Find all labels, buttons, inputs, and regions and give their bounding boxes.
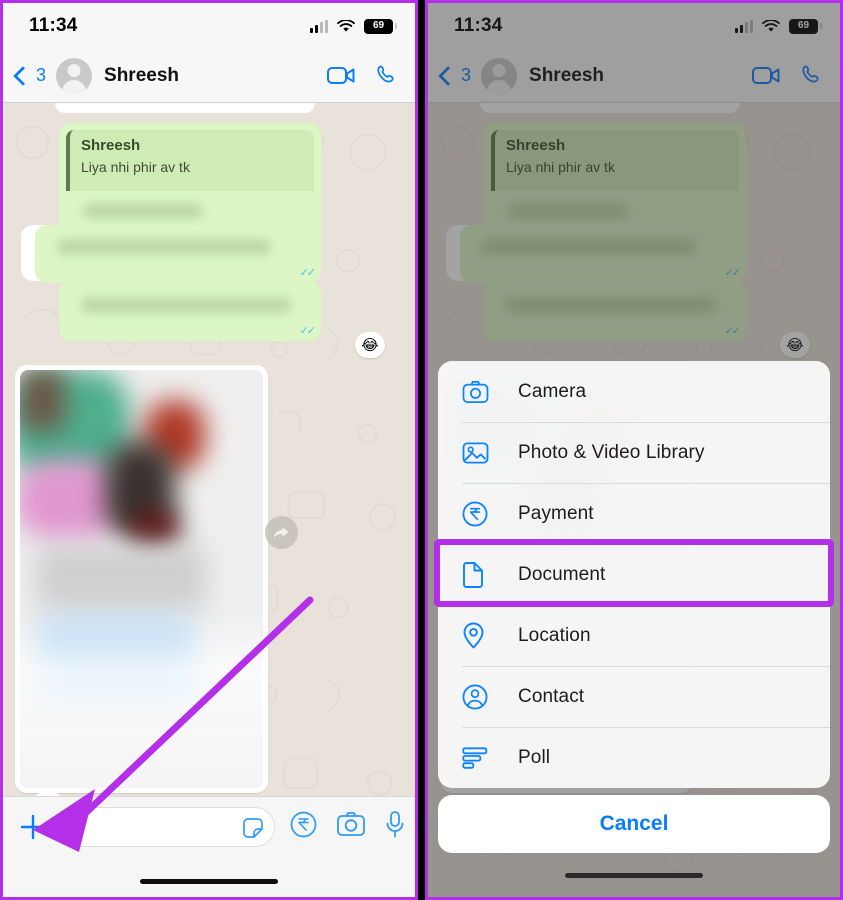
redacted-text — [81, 297, 291, 313]
screenshot-stage: 11:34 69 3 Shreesh Shreesh Liya nhi phir… — [0, 0, 843, 900]
document-icon — [462, 561, 494, 588]
camera-icon[interactable] — [337, 811, 365, 837]
menu-item-photo-video-library[interactable]: Photo & Video Library — [438, 422, 830, 483]
menu-item-payment[interactable]: Payment — [438, 483, 830, 544]
sticker-icon[interactable] — [241, 816, 265, 840]
reaction-badge[interactable]: 😂 — [355, 332, 385, 358]
microphone-icon[interactable] — [385, 811, 405, 838]
status-icons: 69 — [310, 18, 397, 34]
message-timestamp: 12:25 AM — [259, 103, 305, 104]
voice-call-icon[interactable] — [375, 64, 399, 88]
forward-button[interactable] — [265, 516, 298, 549]
photo-overlay — [20, 370, 263, 788]
message-bubble-partial[interactable]: 12:25 AM — [55, 103, 315, 113]
menu-item-label: Camera — [518, 380, 587, 402]
home-indicator — [565, 873, 703, 878]
message-bubble-photo[interactable] — [15, 365, 268, 793]
camera-icon — [462, 380, 494, 404]
menu-item-label: Contact — [518, 685, 585, 707]
read-receipt-icon: ✓✓ — [299, 267, 317, 279]
home-indicator — [140, 879, 278, 884]
unread-count: 3 — [36, 65, 47, 85]
message-bubble-redacted-2[interactable]: ✓✓ — [35, 225, 321, 283]
menu-item-camera[interactable]: Camera — [438, 361, 830, 422]
attachment-menu: Camera Photo & Video Library Payment Doc… — [438, 361, 830, 788]
message-bubble-redacted-3[interactable]: ✓✓ — [59, 281, 321, 341]
quoted-text: Liya nhi phir av tk — [81, 158, 190, 175]
menu-item-label: Document — [518, 563, 606, 585]
menu-item-location[interactable]: Location — [438, 605, 830, 666]
quoted-author: Shreesh — [81, 137, 141, 154]
status-bar: 11:34 69 — [3, 3, 415, 49]
header-actions — [327, 64, 399, 88]
menu-item-poll[interactable]: Poll — [438, 727, 830, 788]
phone-screenshot-right: 11:34 69 3 Shreesh Shreesh Liya nhi phir… — [425, 0, 843, 900]
status-clock: 11:34 — [29, 15, 78, 36]
back-button[interactable]: 3 — [13, 65, 46, 86]
read-receipt-icon: ✓✓ — [299, 325, 317, 337]
chat-header: 3 Shreesh — [3, 49, 415, 103]
forward-arrow-icon — [274, 527, 289, 538]
avatar[interactable] — [56, 57, 93, 94]
phone-screenshot-left: 11:34 69 3 Shreesh Shreesh Liya nhi phir… — [0, 0, 418, 900]
photo-attachment[interactable] — [20, 370, 263, 788]
cellular-signal-icon — [310, 19, 328, 33]
chat-messages-area[interactable]: 12:25 AM Shreesh Liya nhi phir av tk ✓✓ … — [3, 103, 415, 897]
menu-item-label: Payment — [518, 502, 594, 524]
menu-item-label: Poll — [518, 746, 551, 768]
redacted-text — [57, 239, 271, 255]
rupee-payment-icon[interactable] — [290, 811, 317, 838]
contact-name[interactable]: Shreesh — [104, 65, 179, 87]
wifi-icon — [337, 19, 355, 32]
photo-library-icon — [462, 441, 494, 465]
plus-attach-icon[interactable] — [19, 813, 47, 841]
message-input-field[interactable] — [60, 807, 275, 847]
screen-right: 11:34 69 3 Shreesh Shreesh Liya nhi phir… — [428, 3, 840, 897]
menu-item-contact[interactable]: Contact — [438, 666, 830, 727]
rupee-payment-icon — [462, 501, 494, 527]
location-pin-icon — [462, 622, 494, 649]
contact-person-icon — [462, 684, 494, 710]
menu-item-label: Photo & Video Library — [518, 441, 705, 463]
screen-left: 11:34 69 3 Shreesh Shreesh Liya nhi phir… — [3, 3, 415, 897]
message-input-bar — [3, 796, 415, 897]
menu-item-label: Location — [518, 624, 591, 646]
video-call-icon[interactable] — [327, 66, 355, 85]
battery-icon: 69 — [364, 18, 397, 34]
cancel-label: Cancel — [599, 812, 669, 835]
battery-level: 69 — [372, 20, 385, 31]
poll-icon — [462, 746, 494, 769]
redacted-text — [83, 203, 203, 219]
cancel-button[interactable]: Cancel — [438, 795, 830, 853]
menu-item-document[interactable]: Document — [438, 544, 830, 605]
back-chevron-icon — [13, 65, 33, 86]
